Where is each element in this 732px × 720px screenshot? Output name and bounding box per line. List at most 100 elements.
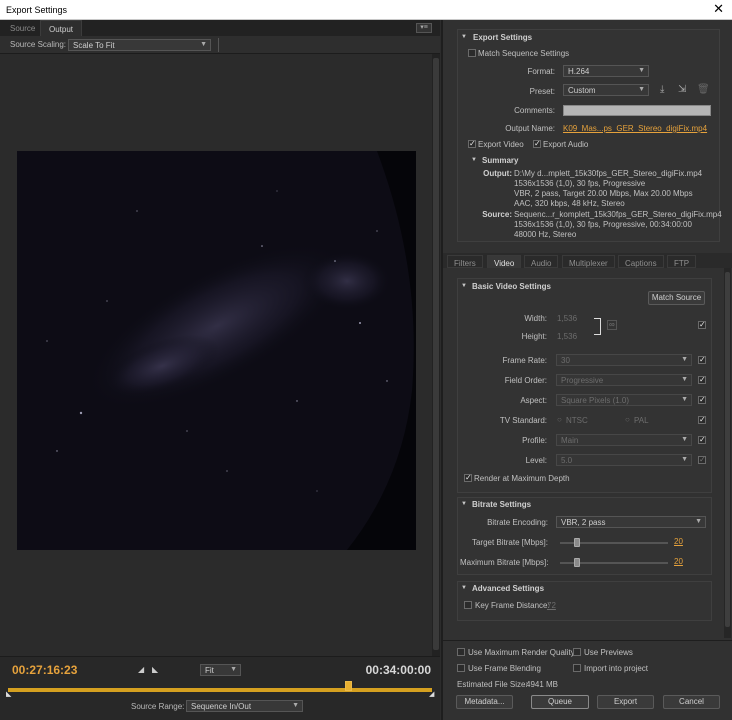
delete-preset-icon[interactable]: 🗑 xyxy=(697,84,710,95)
frame-rate-label: Frame Rate: xyxy=(502,356,547,365)
cancel-button[interactable]: Cancel xyxy=(663,695,720,709)
format-value: H.264 xyxy=(568,67,590,76)
link-icon[interactable]: ∞ xyxy=(607,320,617,330)
title-bar: Export Settings ✕ xyxy=(0,0,732,20)
import-into-project-checkbox[interactable] xyxy=(573,664,581,672)
summary-output-line: 1536x1536 (1,0), 30 fps, Progressive xyxy=(514,179,646,188)
frame-blending-label: Use Frame Blending xyxy=(468,664,541,673)
collapse-triangle-icon[interactable]: ▼ xyxy=(461,283,467,289)
output-name-link[interactable]: K09_Mas...ps_GER_Stereo_digiFix.mp4 xyxy=(563,124,707,133)
summary-source-line: 48000 Hz, Stereo xyxy=(514,230,577,239)
export-audio-checkbox[interactable]: ✓ xyxy=(533,140,541,148)
export-button[interactable]: Export xyxy=(597,695,654,709)
aspect-dropdown[interactable]: Square Pixels (1.0) ▼ xyxy=(556,394,692,406)
advanced-header: Advanced Settings xyxy=(472,584,545,593)
tab-output[interactable]: Output xyxy=(40,20,83,36)
target-bitrate-knob[interactable] xyxy=(574,538,581,547)
playhead[interactable] xyxy=(345,681,353,691)
divider xyxy=(218,38,219,52)
tab-audio[interactable]: Audio xyxy=(524,255,559,268)
tv-standard-checkbox[interactable]: ✓ xyxy=(698,416,706,424)
max-bitrate-knob[interactable] xyxy=(574,558,581,567)
use-previews-checkbox[interactable] xyxy=(573,648,581,656)
pal-label: PAL xyxy=(634,416,649,425)
size-match-checkbox[interactable]: ✓ xyxy=(698,321,706,329)
scrollbar-thumb[interactable] xyxy=(725,272,730,627)
ntsc-radio-icon[interactable]: ○ xyxy=(557,415,562,424)
level-checkbox[interactable]: ✓ xyxy=(698,456,706,464)
profile-checkbox[interactable]: ✓ xyxy=(698,436,706,444)
mark-out-icon[interactable]: ◣ xyxy=(152,665,158,674)
chevron-down-icon: ▼ xyxy=(681,376,688,383)
summary-source-line: 1536x1536 (1,0), 30 fps, Progressive, 00… xyxy=(514,220,692,229)
width-value[interactable]: 1,536 xyxy=(557,314,577,323)
key-frame-value[interactable]: 72 xyxy=(547,601,556,610)
max-render-quality-checkbox[interactable] xyxy=(457,648,465,656)
collapse-triangle-icon[interactable]: ▼ xyxy=(461,34,467,40)
total-timecode: 00:34:00:00 xyxy=(365,663,431,677)
tab-captions[interactable]: Captions xyxy=(618,255,664,268)
scrollbar-thumb[interactable] xyxy=(433,58,439,650)
preset-dropdown[interactable]: Custom ▼ xyxy=(563,84,649,96)
queue-button[interactable]: Queue xyxy=(531,695,589,709)
range-start-handle-icon[interactable]: ◣ xyxy=(6,690,11,698)
tab-source[interactable]: Source xyxy=(2,20,43,36)
collapse-triangle-icon[interactable]: ▼ xyxy=(461,501,467,507)
target-bitrate-value[interactable]: 20 xyxy=(674,537,683,546)
source-scaling-value: Scale To Fit xyxy=(73,41,115,50)
height-value[interactable]: 1,536 xyxy=(557,332,577,341)
source-range-value: Sequence In/Out xyxy=(191,702,252,711)
summary-output-line: AAC, 320 kbps, 48 kHz, Stereo xyxy=(514,199,625,208)
preset-label: Preset: xyxy=(529,87,555,96)
settings-scrollbar[interactable] xyxy=(724,268,731,638)
match-sequence-checkbox[interactable] xyxy=(468,49,476,57)
aspect-checkbox[interactable]: ✓ xyxy=(698,396,706,404)
frame-rate-dropdown[interactable]: 30 ▼ xyxy=(556,354,692,366)
zoom-fit-value: Fit xyxy=(205,666,214,675)
timeline-range-bar[interactable] xyxy=(8,688,432,692)
chevron-down-icon: ▼ xyxy=(638,86,645,93)
collapse-triangle-icon[interactable]: ▼ xyxy=(461,585,467,591)
tab-multiplexer[interactable]: Multiplexer xyxy=(562,255,615,268)
output-name-label: Output Name: xyxy=(505,124,555,133)
frame-blending-checkbox[interactable] xyxy=(457,664,465,672)
source-scaling-dropdown[interactable]: Scale To Fit ▼ xyxy=(68,39,211,51)
zoom-fit-dropdown[interactable]: Fit ▼ xyxy=(200,664,241,676)
comments-input[interactable] xyxy=(563,105,711,116)
divider xyxy=(443,640,732,641)
metadata-button[interactable]: Metadata... xyxy=(456,695,513,709)
bitrate-encoding-dropdown[interactable]: VBR, 2 pass ▼ xyxy=(556,516,706,528)
panel-menu-icon[interactable]: ▾≡ xyxy=(416,23,432,33)
format-dropdown[interactable]: H.264 ▼ xyxy=(563,65,649,77)
field-order-checkbox[interactable]: ✓ xyxy=(698,376,706,384)
source-range-dropdown[interactable]: Sequence In/Out ▼ xyxy=(186,700,303,712)
summary-output-label: Output: xyxy=(483,169,512,178)
frame-rate-checkbox[interactable]: ✓ xyxy=(698,356,706,364)
profile-dropdown[interactable]: Main ▼ xyxy=(556,434,692,446)
field-order-dropdown[interactable]: Progressive ▼ xyxy=(556,374,692,386)
current-timecode[interactable]: 00:27:16:23 xyxy=(12,663,77,677)
level-dropdown[interactable]: 5.0 ▼ xyxy=(556,454,692,466)
collapse-triangle-icon[interactable]: ▼ xyxy=(471,157,477,163)
close-icon[interactable]: ✕ xyxy=(713,1,724,17)
save-preset-icon[interactable]: ⤓ xyxy=(660,84,664,95)
tab-ftp[interactable]: FTP xyxy=(667,255,697,268)
pal-radio-icon[interactable]: ○ xyxy=(625,415,630,424)
key-frame-checkbox[interactable] xyxy=(464,601,472,609)
render-max-depth-checkbox[interactable]: ✓ xyxy=(464,474,472,482)
mark-in-icon[interactable]: ◢ xyxy=(138,665,144,674)
match-source-button[interactable]: Match Source xyxy=(648,291,705,305)
source-scaling-label: Source Scaling: xyxy=(10,40,67,49)
tab-filters[interactable]: Filters xyxy=(447,255,483,268)
range-end-handle-icon[interactable]: ◢ xyxy=(429,690,434,698)
export-video-checkbox[interactable]: ✓ xyxy=(468,140,476,148)
summary-source-label: Source: xyxy=(482,210,512,219)
export-settings-header: Export Settings xyxy=(473,33,533,42)
import-preset-icon[interactable]: ⇲ xyxy=(678,84,686,95)
max-bitrate-value[interactable]: 20 xyxy=(674,557,683,566)
tab-video[interactable]: Video xyxy=(487,255,522,268)
comments-label: Comments: xyxy=(514,106,555,115)
profile-label: Profile: xyxy=(522,436,547,445)
max-bitrate-label: Maximum Bitrate [Mbps]: xyxy=(460,558,549,567)
viewer-scrollbar[interactable] xyxy=(432,54,440,656)
